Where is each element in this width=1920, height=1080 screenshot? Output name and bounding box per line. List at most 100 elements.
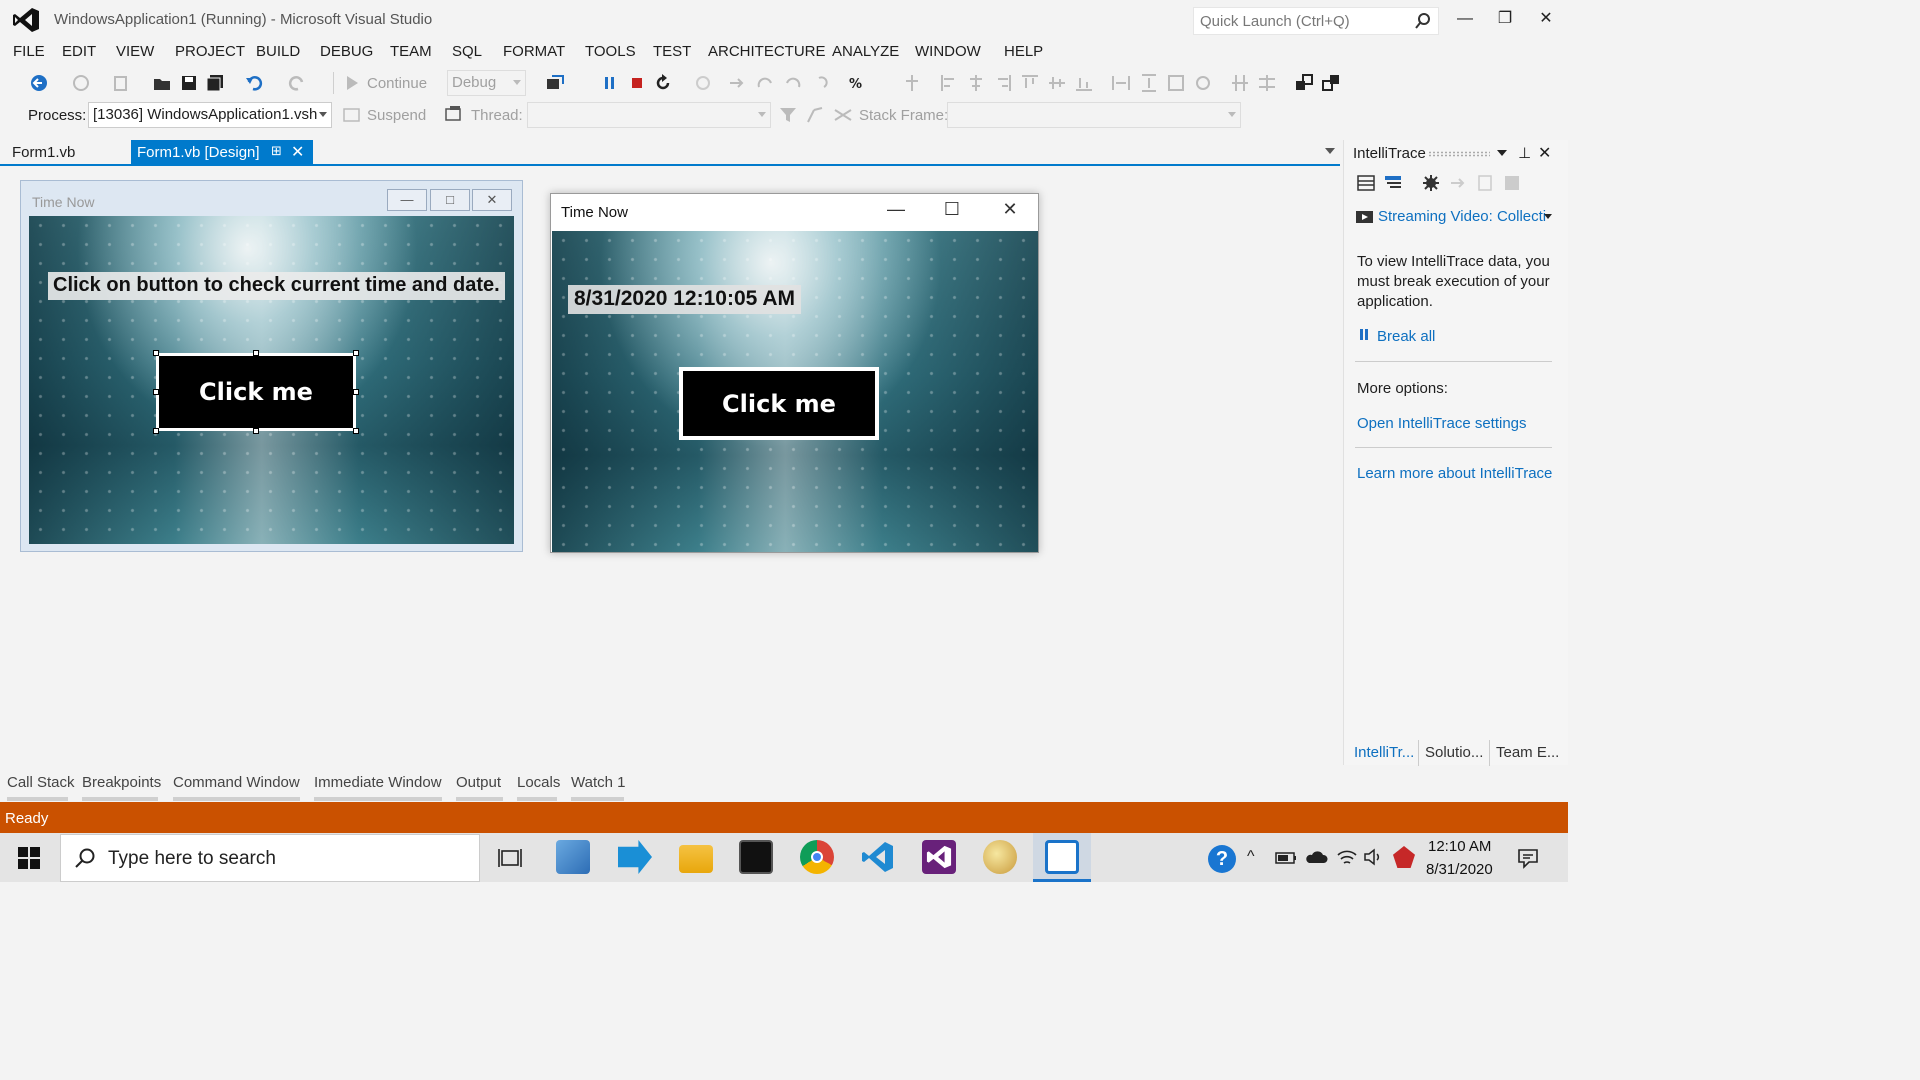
pane-menu-icon[interactable] [1497, 150, 1507, 156]
thread-select[interactable] [527, 102, 771, 128]
size-to-grid-icon[interactable] [1167, 74, 1185, 92]
design-instruction-label[interactable]: Click on button to check current time an… [48, 272, 505, 300]
bring-to-front-icon[interactable] [1295, 74, 1313, 92]
open-file-icon[interactable] [153, 74, 171, 92]
align-centers-icon[interactable] [967, 74, 985, 92]
restart-icon[interactable] [654, 74, 672, 92]
open-intellitrace-settings-link[interactable]: Open IntelliTrace settings [1357, 415, 1527, 432]
align-bottoms-icon[interactable] [1075, 74, 1093, 92]
paint-app-icon[interactable] [983, 840, 1017, 874]
drag-grip[interactable] [1428, 151, 1490, 157]
vertical-spacing-icon[interactable] [1258, 74, 1276, 92]
clock-time[interactable]: 12:10 AM [1428, 838, 1491, 855]
menu-build[interactable]: BUILD [256, 43, 300, 60]
tab-solution-explorer[interactable]: Solutio... [1425, 744, 1483, 761]
save-icon[interactable] [180, 74, 198, 92]
notifications-icon[interactable] [1517, 847, 1539, 869]
streaming-dropdown-icon[interactable] [1544, 214, 1552, 219]
tab-immediate-window[interactable]: Immediate Window [314, 774, 442, 791]
volume-icon[interactable] [1363, 847, 1385, 867]
tab-list-dropdown-icon[interactable] [1325, 148, 1335, 154]
vscode-icon[interactable] [861, 840, 895, 874]
file-explorer-icon[interactable] [679, 845, 713, 873]
tab-form1-design[interactable]: Form1.vb [Design] ⊞ ✕ [131, 140, 313, 164]
continue-icon[interactable] [343, 74, 361, 92]
menu-view[interactable]: VIEW [116, 43, 154, 60]
tab-form1-vb[interactable]: Form1.vb [4, 141, 83, 164]
restore-button[interactable]: ❐ [1492, 6, 1518, 32]
streaming-video-link[interactable]: Streaming Video: Collecti [1378, 208, 1546, 225]
align-rights-icon[interactable] [994, 74, 1012, 92]
forward-icon[interactable] [72, 74, 90, 92]
resize-handle[interactable] [253, 350, 259, 356]
tab-breakpoints[interactable]: Breakpoints [82, 774, 161, 791]
running-close-button[interactable]: ✕ [997, 199, 1023, 225]
resize-handle[interactable] [253, 428, 259, 434]
tab-locals[interactable]: Locals [517, 774, 560, 791]
show-next-statement-icon[interactable] [694, 74, 712, 92]
menu-edit[interactable]: EDIT [62, 43, 96, 60]
stack-frame-select[interactable] [947, 102, 1241, 128]
tab-team-explorer[interactable]: Team E... [1496, 744, 1559, 761]
chevron-up-icon[interactable]: ^ [1247, 848, 1255, 866]
menu-format[interactable]: FORMAT [503, 43, 565, 60]
send-to-back-icon[interactable] [1322, 74, 1340, 92]
stop-debugging-icon[interactable] [628, 74, 646, 92]
task-view-icon[interactable] [498, 846, 522, 870]
clock-date[interactable]: 8/31/2020 [1426, 861, 1493, 878]
resize-handle[interactable] [353, 428, 359, 434]
windows-start-icon[interactable] [18, 847, 40, 869]
minimize-button[interactable]: — [1452, 6, 1478, 32]
menu-help[interactable]: HELP [1004, 43, 1043, 60]
wifi-icon[interactable] [1336, 847, 1358, 867]
battery-icon[interactable] [1275, 850, 1297, 866]
close-pane-icon[interactable]: ✕ [1538, 143, 1551, 163]
menu-test[interactable]: TEST [653, 43, 691, 60]
menu-sql[interactable]: SQL [452, 43, 482, 60]
close-tab-icon[interactable]: ✕ [291, 142, 304, 162]
suspend-icon[interactable] [343, 106, 361, 124]
configuration-select[interactable]: Debug [447, 70, 526, 96]
menu-tools[interactable]: TOOLS [585, 43, 636, 60]
break-all-icon[interactable] [601, 74, 619, 92]
design-click-me-button[interactable]: Click me [156, 353, 356, 431]
step-over-icon[interactable] [756, 74, 774, 92]
menu-debug[interactable]: DEBUG [320, 43, 373, 60]
command-prompt-icon[interactable] [739, 840, 773, 874]
filter-icon[interactable] [779, 106, 797, 124]
tree-view-icon[interactable] [1384, 174, 1402, 192]
hex-display-icon[interactable]: % [848, 74, 866, 92]
navigate-icon[interactable] [1449, 174, 1467, 192]
size-to-grid-alt-icon[interactable] [1194, 74, 1212, 92]
windowsapplication1-icon[interactable] [1045, 840, 1079, 874]
running-click-me-button[interactable]: Click me [679, 367, 879, 440]
resize-handle[interactable] [153, 389, 159, 395]
align-lefts-icon[interactable] [940, 74, 958, 92]
help-icon[interactable]: ? [1208, 845, 1236, 873]
tab-intellitrace[interactable]: IntelliTr... [1354, 744, 1414, 761]
tab-call-stack[interactable]: Call Stack [7, 774, 75, 791]
tab-watch-1[interactable]: Watch 1 [571, 774, 625, 791]
toggle-external-code-icon[interactable] [834, 106, 852, 124]
running-maximize-button[interactable]: ☐ [939, 199, 965, 225]
menu-window[interactable]: WINDOW [915, 43, 981, 60]
resize-handle[interactable] [153, 428, 159, 434]
align-middles-icon[interactable] [1048, 74, 1066, 92]
align-icon[interactable] [903, 74, 921, 92]
menu-project[interactable]: PROJECT [175, 43, 245, 60]
menu-file[interactable]: FILE [13, 43, 45, 60]
make-same-height-icon[interactable] [1140, 74, 1158, 92]
horizontal-spacing-icon[interactable] [1231, 74, 1249, 92]
tab-output[interactable]: Output [456, 774, 501, 791]
close-button[interactable]: ✕ [1533, 6, 1559, 32]
undo-icon[interactable] [245, 74, 263, 92]
continue-label[interactable]: Continue [367, 75, 427, 92]
suspend-label[interactable]: Suspend [367, 107, 426, 124]
redo-icon[interactable] [288, 74, 306, 92]
quick-launch-input[interactable]: Quick Launch (Ctrl+Q) [1193, 7, 1439, 35]
step-back-icon[interactable] [810, 74, 828, 92]
resize-handle[interactable] [353, 389, 359, 395]
tab-command-window[interactable]: Command Window [173, 774, 300, 791]
pin-icon[interactable]: ⊞ [271, 143, 282, 159]
break-all-link[interactable]: Break all [1377, 328, 1435, 345]
